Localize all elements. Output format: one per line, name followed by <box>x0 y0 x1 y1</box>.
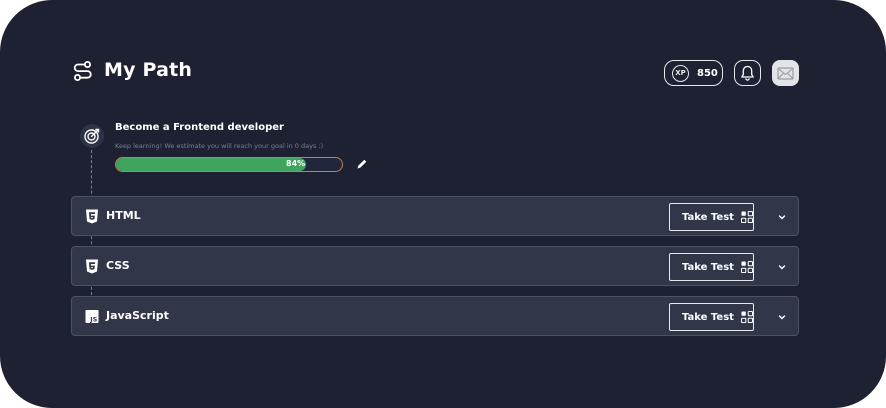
goal-section: Become a Frontend developer Keep learnin… <box>80 122 380 172</box>
goal-title: Become a Frontend developer <box>115 122 284 133</box>
course-name: HTML <box>106 209 141 222</box>
course-row-html[interactable]: HTML Take Test <box>71 196 799 236</box>
course-row-css[interactable]: CSS Take Test <box>71 246 799 286</box>
xp-value: 850 <box>697 67 718 79</box>
take-test-button[interactable]: Take Test <box>669 253 754 281</box>
chevron-down-icon[interactable] <box>776 311 788 323</box>
svg-text:JS: JS <box>89 316 97 324</box>
page-title: My Path <box>104 59 193 81</box>
mail-icon <box>777 66 794 80</box>
messages-button[interactable] <box>772 60 799 86</box>
chevron-down-icon[interactable] <box>776 211 788 223</box>
course-row-javascript[interactable]: JS JavaScript Take Test <box>71 296 799 336</box>
course-name: CSS <box>106 259 130 272</box>
grid-icon <box>740 311 753 323</box>
course-list: HTML Take Test CSS Take Test JS JavaScri… <box>71 196 799 346</box>
js-icon: JS <box>85 310 99 324</box>
goal-subtitle: Keep learning! We estimate you will reac… <box>115 142 324 150</box>
notifications-button[interactable] <box>734 60 761 86</box>
html5-icon <box>86 209 98 224</box>
target-icon <box>80 124 104 148</box>
take-test-label: Take Test <box>682 211 734 223</box>
take-test-label: Take Test <box>682 261 734 273</box>
route-icon <box>73 61 92 81</box>
pencil-icon[interactable] <box>356 158 368 170</box>
css3-icon <box>86 259 98 274</box>
grid-icon <box>740 211 753 223</box>
progress-fill <box>116 158 306 171</box>
app-frame: My Path XP 850 Become a Frontend develop… <box>0 0 886 408</box>
grid-icon <box>740 261 753 273</box>
take-test-button[interactable]: Take Test <box>669 203 754 231</box>
progress-label: 84% <box>286 159 306 168</box>
take-test-label: Take Test <box>682 311 734 323</box>
bell-icon <box>741 65 754 81</box>
course-name: JavaScript <box>106 309 169 322</box>
page-header: My Path XP 850 <box>72 58 800 88</box>
chevron-down-icon[interactable] <box>776 261 788 273</box>
take-test-button[interactable]: Take Test <box>669 303 754 331</box>
xp-counter[interactable]: XP 850 <box>664 60 723 86</box>
xp-icon: XP <box>672 64 689 82</box>
goal-progress-bar: 84% <box>115 157 343 172</box>
